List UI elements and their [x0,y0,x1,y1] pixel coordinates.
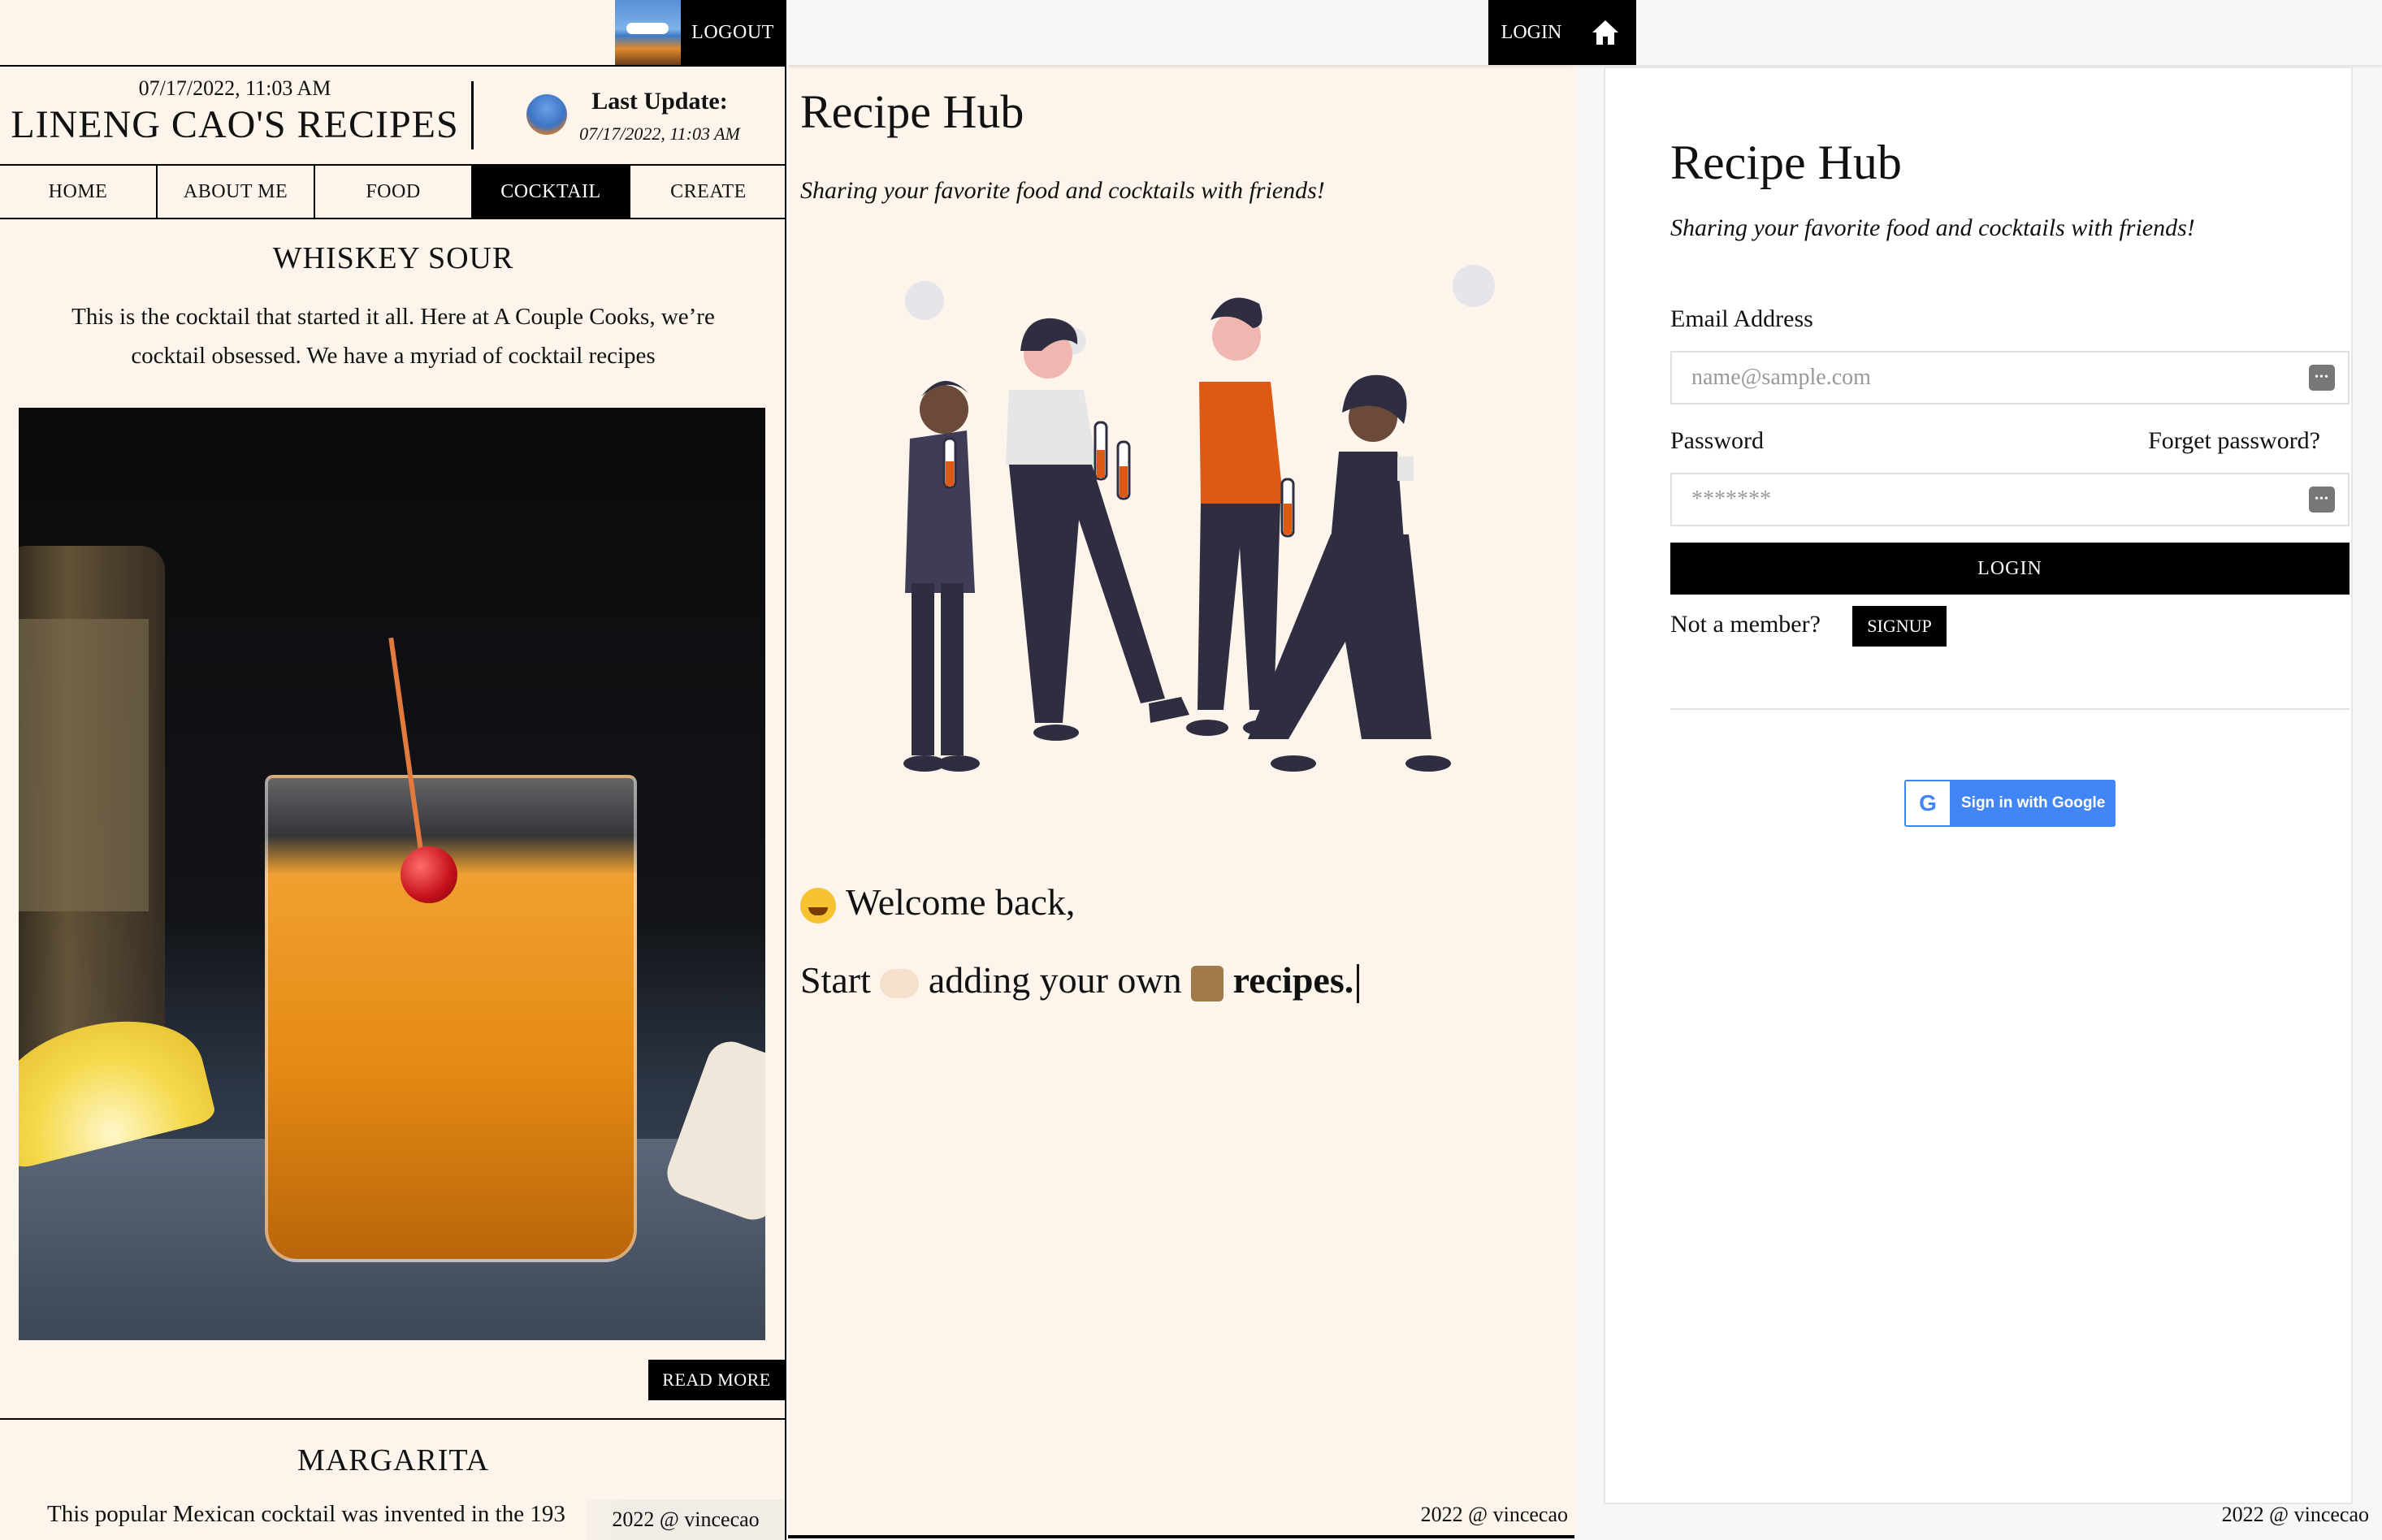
login-submit-button[interactable]: LOGIN [1670,543,2350,595]
not-member-text: Not a member? [1670,611,1821,638]
tab-food[interactable]: FOOD [315,166,473,218]
google-icon: G [1906,781,1950,825]
email-label: Email Address [1670,305,1813,332]
profile-thumbnail[interactable] [615,0,681,65]
cherry [401,846,457,903]
bottom-border [788,1535,1574,1538]
login-panel: Recipe Hub Sharing your favorite food an… [1574,0,2382,1540]
avatar [526,94,567,135]
home-button[interactable] [1574,0,1636,65]
recipe-description: This is the cocktail that started it all… [71,304,715,369]
header-divider [471,81,474,149]
open-hands-icon [880,969,920,999]
password-field[interactable]: ******* ••• [1670,473,2350,526]
login-card: Recipe Hub Sharing your favorite food an… [1604,67,2353,1504]
email-field[interactable]: name@sample.com ••• [1670,351,2350,404]
page-title: Recipe Hub [1670,136,1902,189]
recipe-title-2[interactable]: MARGARITA [0,1443,785,1478]
scroll-icon [1191,966,1224,1002]
password-manager-icon[interactable]: ••• [2309,365,2335,391]
tab-cocktail[interactable]: COCKTAIL [473,166,630,218]
email-placeholder: name@sample.com [1691,365,1871,390]
last-update-label: Last Update: [591,88,728,115]
welcome-message: Welcome back, [800,880,1075,924]
page-title: Recipe Hub [800,85,1024,138]
start-middle-text: adding your own [928,959,1182,1001]
password-placeholder: ******* [1691,487,1771,512]
login-button[interactable]: LOGIN [1488,0,1574,65]
tab-home[interactable]: HOME [0,166,158,218]
footer-credit: 2022 @ vincecao [2221,1503,2369,1526]
footer-credit: 2022 @ vincecao [587,1499,785,1540]
grinning-face-icon [800,888,836,924]
start-bold-text: recipes. [1232,959,1354,1001]
welcome-text: Welcome back, [846,881,1076,923]
whiskey-sour-photo[interactable] [19,408,765,1340]
divider [0,1418,785,1420]
password-manager-icon[interactable]: ••• [2309,487,2335,513]
airplane-icon [626,23,669,34]
top-bar: LOGIN [788,0,1574,65]
forget-password-link[interactable]: Forget password? [2148,427,2320,455]
top-bar [1574,0,2382,65]
google-signin-label: Sign in with Google [1961,794,2106,811]
friends-toasting-illustration [903,265,1495,772]
site-title[interactable]: LINENG CAO'S RECIPES [0,102,470,147]
divider [1670,708,2350,710]
cocktail-glass [265,775,637,1262]
tab-about-me[interactable]: ABOUT ME [158,166,315,218]
last-update-date: 07/17/2022, 11:03 AM [579,123,740,144]
current-date: 07/17/2022, 11:03 AM [138,76,331,100]
google-signin-button[interactable]: G Sign in with Google [1904,780,2116,827]
top-bar: LOGOUT [0,0,785,67]
main-nav: HOME ABOUT ME FOOD COCKTAIL CREATE [0,166,785,219]
logout-button[interactable]: LOGOUT [681,0,785,65]
password-label: Password [1670,427,1765,454]
recipes-site-panel: LOGOUT 07/17/2022, 11:03 AM LINENG CAO'S… [0,0,786,1540]
typing-message: Start adding your own recipes. [800,958,1360,1004]
recipe-title[interactable]: WHISKEY SOUR [0,240,785,276]
footer-credit: 2022 @ vincecao [1420,1503,1568,1526]
signup-button[interactable]: SIGNUP [1852,606,1947,647]
tab-create[interactable]: CREATE [630,166,785,218]
tagline: Sharing your favorite food and cocktails… [1670,214,2195,241]
read-more-button[interactable]: READ MORE [648,1360,785,1400]
tagline: Sharing your favorite food and cocktails… [800,177,1325,204]
home-icon [1592,20,1618,45]
site-header: 07/17/2022, 11:03 AM LINENG CAO'S RECIPE… [0,67,785,166]
start-text: Start [800,959,871,1001]
welcome-panel: LOGIN Recipe Hub Sharing your favorite f… [788,0,1574,1540]
text-caret [1357,964,1360,1004]
